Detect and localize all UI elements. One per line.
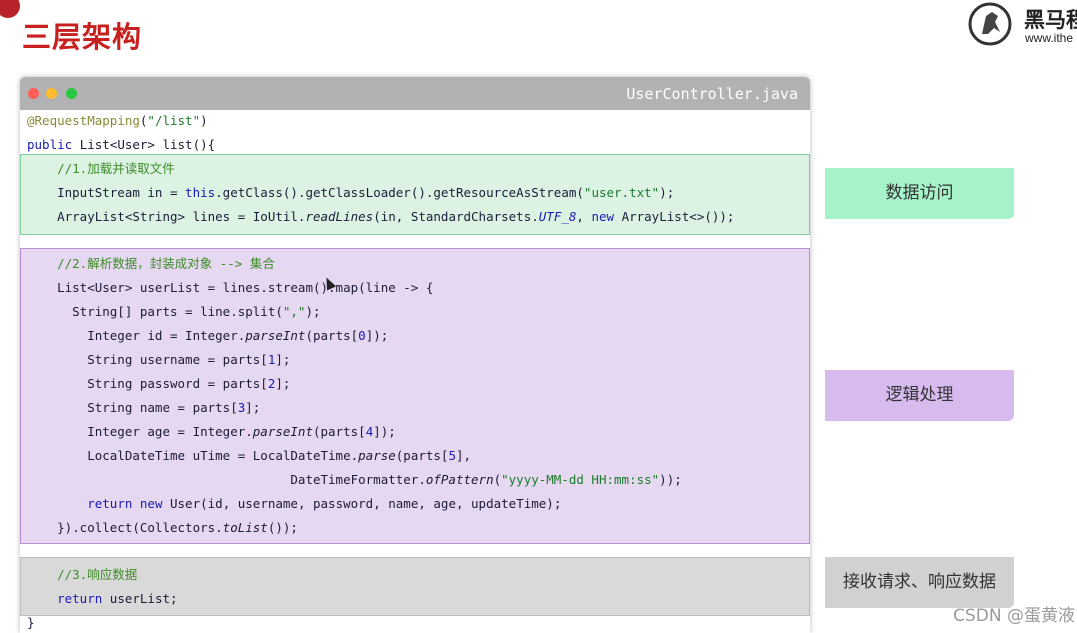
- code-token: String password = parts[: [27, 376, 268, 391]
- code-token: //2.解析数据，封装成对象 --> 集合: [27, 256, 275, 271]
- code-token: parseInt: [252, 424, 313, 439]
- code-token: Integer age = Integer.: [27, 424, 253, 439]
- code-line: return userList;: [27, 587, 178, 611]
- code-line: Integer age = Integer.parseInt(parts[4])…: [27, 420, 396, 444]
- code-token: ]);: [373, 424, 396, 439]
- code-line: return new User(id, username, password, …: [27, 492, 561, 516]
- code-token: ]);: [365, 328, 389, 343]
- layer-label-data-access: 数据访问: [825, 168, 1014, 219]
- code-token: );: [659, 185, 675, 200]
- code-token: public: [27, 137, 80, 152]
- csdn-watermark: CSDN @蛋黄液: [953, 606, 1075, 626]
- code-token: ];: [275, 376, 291, 391]
- code-token: ],: [456, 448, 472, 463]
- layer-label-logic: 逻辑处理: [825, 370, 1014, 421]
- code-line: public List<User> list(){: [27, 133, 215, 157]
- horse-logo-icon: [968, 2, 1012, 46]
- code-token: ArrayList<String> lines = IoUtil.: [27, 209, 306, 224]
- code-line: @RequestMapping("/list"): [27, 109, 208, 133]
- code-token: UTF_8: [538, 209, 577, 224]
- code-line: DateTimeFormatter.ofPattern("yyyy-MM-dd …: [27, 468, 682, 492]
- code-token: (in, StandardCharsets.: [373, 209, 539, 224]
- editor-filename: UserController.java: [626, 85, 798, 103]
- code-token: parseInt: [245, 328, 306, 343]
- code-token: 0: [358, 328, 366, 343]
- code-token: "user.txt": [583, 185, 660, 200]
- code-token: DateTimeFormatter.: [27, 472, 426, 487]
- code-token: }).collect(Collectors.: [27, 520, 223, 535]
- editor-titlebar: UserController.java: [20, 77, 810, 110]
- code-token: ,: [576, 209, 592, 224]
- code-line: //2.解析数据，封装成对象 --> 集合: [27, 252, 275, 276]
- code-token: String[] parts = line.split(: [27, 304, 283, 319]
- code-token: new: [591, 209, 615, 224]
- minimize-window-icon[interactable]: [46, 88, 57, 99]
- code-token: //3.响应数据: [27, 567, 138, 582]
- code-token: "yyyy-MM-dd HH:mm:ss": [501, 472, 660, 487]
- code-token: ());: [267, 520, 298, 535]
- code-line: }: [27, 611, 35, 633]
- code-token: userList;: [102, 591, 178, 606]
- code-line: Integer id = Integer.parseInt(parts[0]);: [27, 324, 388, 348]
- code-token: 5: [448, 448, 456, 463]
- code-token: ];: [245, 400, 261, 415]
- code-line: List<User> userList = lines.stream().map…: [27, 276, 433, 300]
- page-title: 三层架构: [22, 20, 143, 54]
- code-token: parse: [358, 448, 396, 463]
- code-token: @RequestMapping: [27, 113, 140, 128]
- code-line: String[] parts = line.split(",");: [27, 300, 321, 324]
- code-token: String name = parts[: [27, 400, 238, 415]
- code-token: //1.加载并读取文件: [27, 161, 175, 176]
- code-editor-window: UserController.java @RequestMapping("/li…: [20, 77, 810, 633]
- code-token: List<User> userList = lines.stream().map…: [27, 280, 434, 295]
- code-token: (parts[: [305, 328, 359, 343]
- code-token: }: [27, 615, 35, 630]
- code-token: Integer id = Integer.: [27, 328, 246, 343]
- code-token: (parts[: [395, 448, 449, 463]
- code-line: //1.加载并读取文件: [27, 157, 175, 181]
- code-token: InputStream in =: [27, 185, 186, 200]
- code-token: (parts[: [313, 424, 366, 439]
- code-token: LocalDateTime uTime = LocalDateTime.: [27, 448, 359, 463]
- code-line: InputStream in = this.getClass().getClas…: [27, 181, 674, 205]
- code-token: this: [185, 185, 216, 200]
- code-token: readLines: [305, 209, 374, 224]
- code-token: );: [305, 304, 321, 319]
- code-token: List<User> list(){: [79, 137, 216, 152]
- code-token: toList: [222, 520, 268, 535]
- code-token: ",": [282, 304, 306, 319]
- code-token: "/list": [147, 113, 201, 128]
- code-token: User(id, username, password, name, age, …: [162, 496, 562, 511]
- brand-logo: 黑马程 www.ithe: [968, 0, 1077, 50]
- code-token: ofPattern: [425, 472, 494, 487]
- code-token: ));: [659, 472, 682, 487]
- code-token: .getClass().getClassLoader().getResource…: [215, 185, 584, 200]
- code-line: String username = parts[1];: [27, 348, 290, 372]
- code-token: ): [200, 113, 208, 128]
- code-token: ];: [275, 352, 291, 367]
- code-line: }).collect(Collectors.toList());: [27, 516, 298, 540]
- code-token: return: [57, 591, 103, 606]
- logo-text: 黑马程: [1024, 8, 1077, 32]
- maximize-window-icon[interactable]: [66, 88, 77, 99]
- code-line: //3.响应数据: [27, 563, 137, 587]
- red-dot-decoration: [0, 0, 20, 18]
- code-token: ArrayList<>());: [614, 209, 735, 224]
- close-window-icon[interactable]: [28, 88, 39, 99]
- logo-url: www.ithe: [1025, 31, 1074, 45]
- code-line: String password = parts[2];: [27, 372, 290, 396]
- code-token: String username = parts[: [27, 352, 268, 367]
- code-token: (: [493, 472, 502, 487]
- code-line: ArrayList<String> lines = IoUtil.readLin…: [27, 205, 734, 229]
- code-token: return new: [87, 496, 163, 511]
- code-line: LocalDateTime uTime = LocalDateTime.pars…: [27, 444, 471, 468]
- code-line: String name = parts[3];: [27, 396, 260, 420]
